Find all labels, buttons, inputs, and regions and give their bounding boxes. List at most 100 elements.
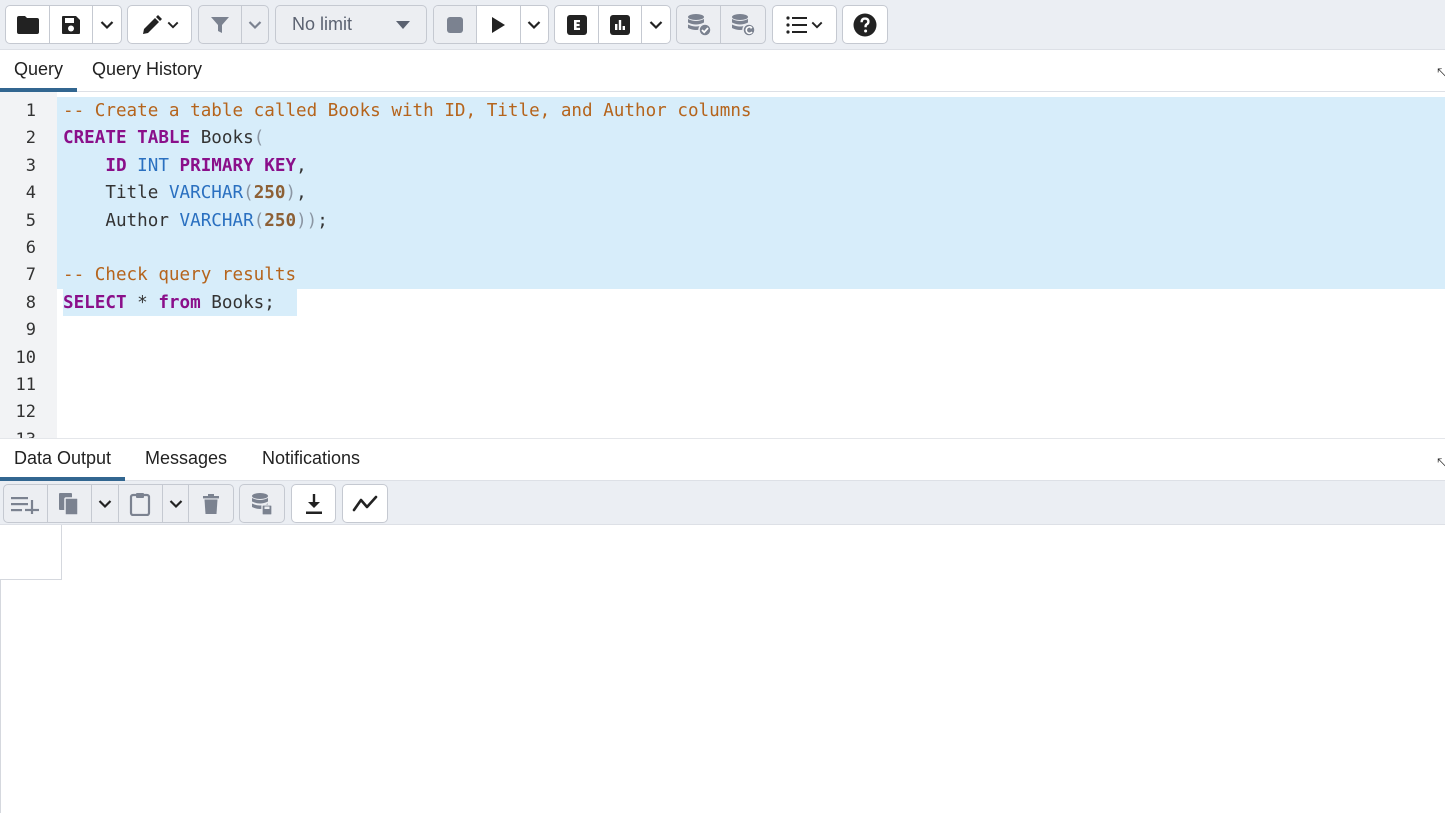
chevron-down-icon	[248, 20, 262, 29]
data-output-toolbar	[0, 481, 1445, 525]
code-token: TABLE	[137, 128, 191, 149]
code-token: -- Create a table called Books with ID, …	[63, 101, 752, 121]
data-output-grid[interactable]	[0, 525, 1445, 813]
filter-options-dropdown[interactable]	[242, 6, 268, 43]
stop-icon	[447, 16, 464, 33]
row-edit-group	[3, 484, 234, 523]
code-token: Title	[63, 183, 169, 204]
chevron-down-icon	[527, 20, 541, 29]
code-token: ID	[105, 155, 127, 176]
code-token: ,	[296, 183, 307, 204]
code-line: -- Check query results	[63, 264, 296, 286]
code-token: ,	[296, 155, 307, 176]
tab-data-output[interactable]: Data Output	[0, 439, 126, 481]
code-token: (	[243, 183, 254, 204]
code-token: (	[253, 128, 265, 149]
paste-icon	[130, 492, 151, 516]
line-number: 13	[0, 430, 36, 438]
line-number: 3	[25, 155, 36, 176]
execute-script-button[interactable]	[477, 6, 521, 43]
maximize-panel-icon[interactable]: ⤡	[1437, 65, 1445, 77]
open-file-button[interactable]	[6, 6, 51, 43]
line-number: 2	[25, 128, 36, 149]
code-token: ))	[296, 210, 318, 231]
tab-query-history[interactable]: Query History	[78, 50, 216, 92]
caret-down-icon	[396, 20, 410, 29]
chevron-down-icon	[167, 21, 178, 28]
chevron-down-icon	[100, 20, 114, 29]
code-line: SELECT * from Books;	[63, 292, 275, 314]
folder-open-icon	[16, 15, 39, 34]
maximize-panel-icon[interactable]: ⤡	[1437, 455, 1445, 467]
add-row-button[interactable]	[4, 485, 48, 522]
code-token: VARCHAR	[168, 183, 244, 204]
stop-query-button[interactable]	[434, 6, 478, 43]
delete-row-button[interactable]	[189, 485, 233, 522]
save-data-group	[239, 484, 285, 523]
copy-options-dropdown[interactable]	[92, 485, 119, 522]
row-limit-select[interactable]: No limit	[276, 6, 426, 43]
copy-button[interactable]	[48, 485, 93, 522]
transaction-button-group	[676, 5, 766, 44]
add-row-icon	[11, 496, 40, 514]
code-token: Books;	[200, 292, 275, 313]
code-token: SELECT	[63, 292, 127, 313]
execute-options-dropdown[interactable]	[521, 6, 549, 43]
execute-button-group	[433, 5, 549, 44]
code-token: 250	[264, 210, 297, 231]
output-tabs: Data Output Messages Notifications ⤡	[0, 438, 1445, 481]
row-limit-group: No limit	[275, 5, 427, 44]
code-line: ID INT PRIMARY KEY,	[63, 155, 307, 177]
row-limit-value: No limit	[292, 14, 353, 34]
download-csv-button[interactable]	[292, 485, 335, 522]
save-data-changes-button[interactable]	[240, 485, 284, 522]
tab-notifications[interactable]: Notifications	[248, 439, 374, 481]
chevron-down-icon	[98, 499, 112, 508]
graph-visualiser-button[interactable]	[343, 485, 387, 522]
filter-button[interactable]	[199, 6, 242, 43]
query-tabs: Query Query History ⤡	[0, 50, 1445, 92]
macros-button-group	[772, 5, 837, 44]
paste-button[interactable]	[119, 485, 163, 522]
explain-button[interactable]	[555, 6, 600, 43]
rollback-button[interactable]	[721, 6, 765, 43]
line-number: 10	[15, 347, 36, 368]
edit-dropdown-button[interactable]	[128, 6, 191, 43]
pencil-icon	[142, 14, 162, 34]
explain-analyze-button[interactable]	[599, 6, 643, 43]
chevron-down-icon	[649, 20, 663, 29]
help-button-group	[842, 5, 888, 44]
commit-button[interactable]	[677, 6, 722, 43]
save-file-button[interactable]	[50, 6, 94, 43]
code-line: Author VARCHAR(250));	[63, 210, 327, 232]
line-number: 6	[25, 238, 36, 258]
tab-messages[interactable]: Messages	[131, 439, 241, 481]
line-number: 9	[25, 320, 36, 341]
tab-query[interactable]: Query	[0, 50, 78, 92]
code-token: -- Check query results	[63, 265, 297, 286]
sql-editor[interactable]: 12345678910111213-- Create a table calle…	[0, 92, 1445, 438]
line-number: 12	[15, 402, 36, 423]
grid-corner-cell[interactable]	[0, 525, 62, 580]
help-button[interactable]	[843, 6, 887, 43]
line-number: 1	[25, 101, 36, 121]
save-icon	[62, 15, 81, 34]
paste-options-dropdown[interactable]	[163, 485, 190, 522]
code-token: 250	[253, 183, 286, 204]
query-tool-toolbar: No limit	[0, 0, 1445, 50]
play-icon	[492, 16, 506, 33]
code-token: INT	[137, 155, 169, 176]
explain-button-group	[554, 5, 671, 44]
explain-options-dropdown[interactable]	[642, 6, 670, 43]
macros-dropdown-button[interactable]	[773, 6, 836, 43]
save-options-dropdown[interactable]	[93, 6, 121, 43]
code-token: (	[253, 210, 265, 231]
code-token: PRIMARY	[179, 155, 254, 176]
explain-analyze-icon	[610, 14, 631, 35]
save-data-icon	[252, 492, 273, 516]
filter-button-group	[198, 5, 269, 44]
graph-visualiser-icon	[352, 495, 378, 511]
